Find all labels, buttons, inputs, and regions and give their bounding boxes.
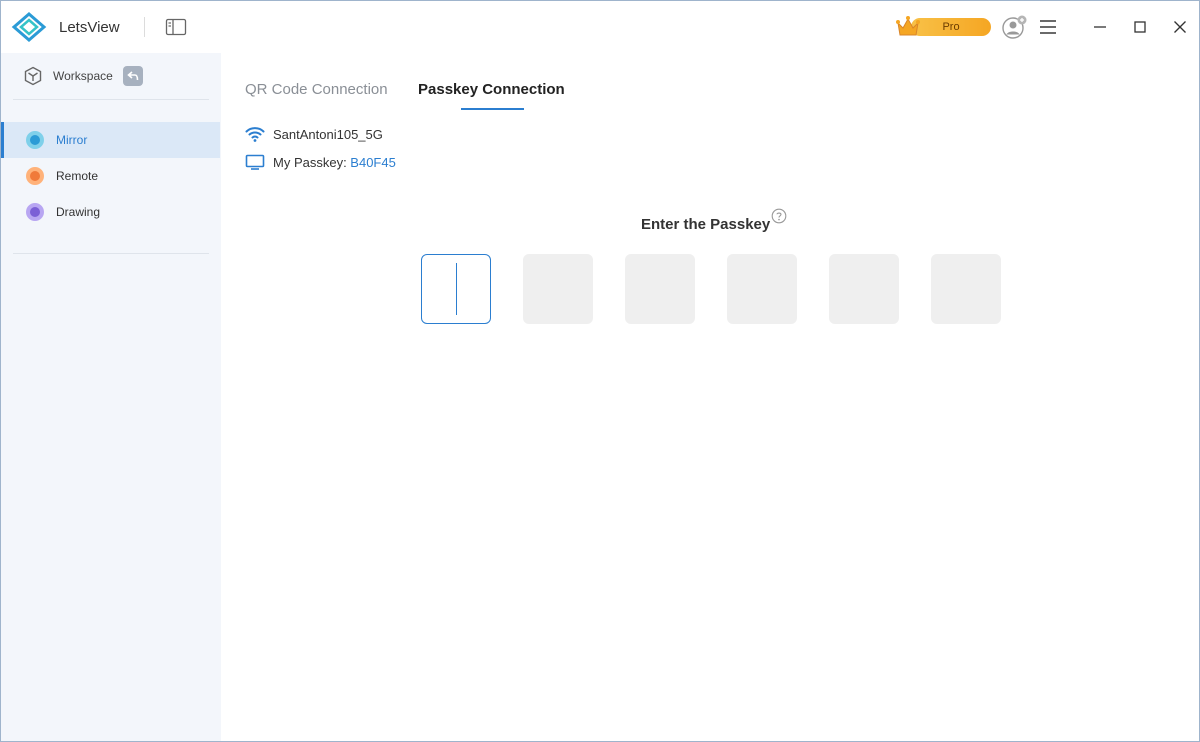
sidebar: Workspace Mirror Remote Drawing — [1, 53, 221, 741]
sidebar-item-drawing[interactable]: Drawing — [1, 194, 220, 230]
monitor-icon — [245, 154, 265, 170]
sidebar-item-label: Remote — [56, 169, 99, 183]
sidebar-item-remote[interactable]: Remote — [1, 158, 220, 194]
pro-upgrade-button[interactable]: Pro — [895, 15, 993, 39]
drawing-icon — [26, 203, 44, 221]
text-caret — [456, 263, 457, 315]
passkey-input-5[interactable] — [829, 254, 899, 324]
my-passkey-value: B40F45 — [350, 155, 396, 170]
crown-icon — [896, 16, 920, 36]
minimize-icon[interactable] — [1088, 15, 1112, 39]
title-bar: LetsView Pro — [1, 1, 1199, 53]
passkey-input-4[interactable] — [727, 254, 797, 324]
sidebar-item-label: Drawing — [56, 205, 101, 219]
workspace-cube-icon — [24, 66, 42, 86]
passkey-info: My Passkey: B40F45 — [273, 155, 396, 170]
my-passkey-label: My Passkey: — [273, 155, 351, 170]
passkey-input-1[interactable] — [421, 254, 491, 324]
remote-icon — [26, 167, 44, 185]
passkey-input-6[interactable] — [931, 254, 1001, 324]
maximize-icon[interactable] — [1128, 15, 1152, 39]
workspace-label: Workspace — [53, 69, 113, 83]
pro-label: Pro — [942, 21, 960, 33]
hamburger-menu-icon[interactable] — [1038, 17, 1058, 37]
tab-passkey-connection[interactable]: Passkey Connection — [418, 81, 565, 98]
wifi-name: SantAntoni105_5G — [273, 127, 383, 142]
workspace-item[interactable]: Workspace — [1, 53, 221, 99]
help-icon[interactable] — [771, 208, 787, 224]
sidebar-divider — [13, 99, 209, 100]
sidebar-toggle-icon[interactable] — [165, 17, 187, 37]
passkey-input-2[interactable] — [523, 254, 593, 324]
close-icon[interactable] — [1168, 15, 1192, 39]
sidebar-item-mirror[interactable]: Mirror — [1, 122, 220, 158]
passkey-input-3[interactable] — [625, 254, 695, 324]
active-tab-indicator — [461, 108, 524, 110]
wifi-icon — [245, 127, 265, 142]
enter-passkey-title: Enter the Passkey — [641, 216, 771, 233]
letsview-logo-icon — [11, 12, 47, 42]
sidebar-item-label: Mirror — [56, 133, 88, 147]
mirror-icon — [26, 131, 44, 149]
app-title: LetsView — [59, 19, 120, 36]
sidebar-divider — [13, 253, 209, 254]
user-avatar-icon[interactable] — [1001, 15, 1029, 39]
main-panel: QR Code Connection Passkey Connection Sa… — [221, 53, 1199, 741]
title-divider — [144, 17, 145, 37]
workspace-back-button[interactable] — [123, 66, 143, 86]
back-arrow-icon — [127, 71, 139, 81]
app-window: LetsView Pro Workspace Mirror Remote Dra… — [0, 0, 1200, 742]
tab-qr-code-connection[interactable]: QR Code Connection — [245, 81, 388, 98]
